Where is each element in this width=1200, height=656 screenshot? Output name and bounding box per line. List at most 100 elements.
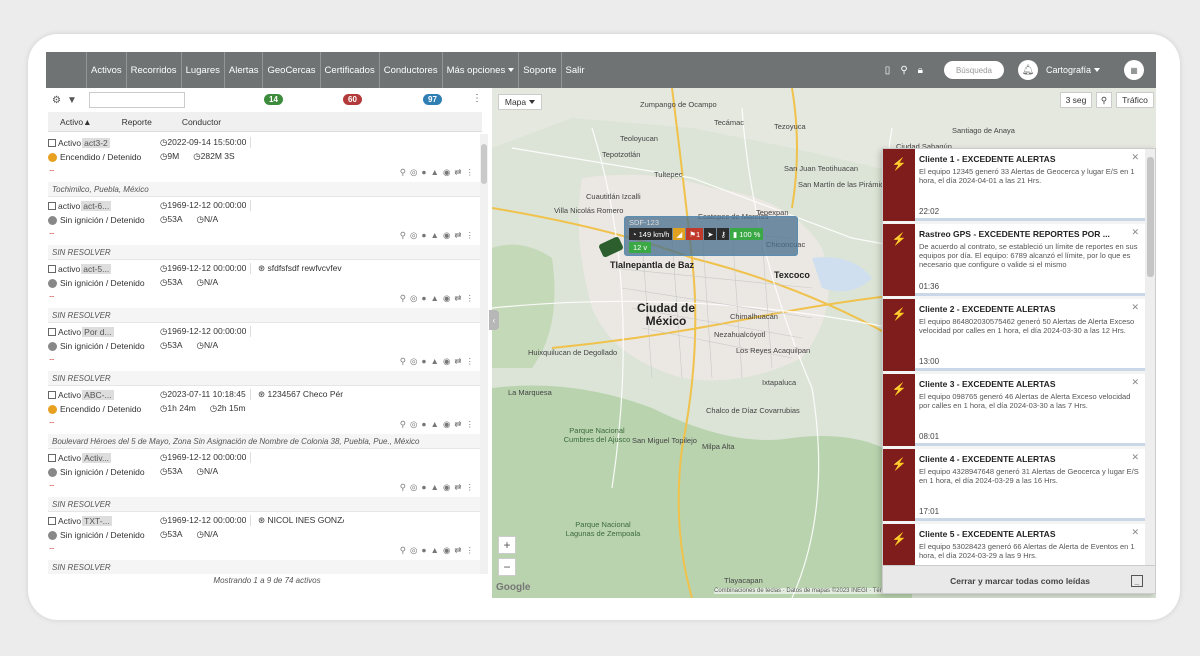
- nav-certificados[interactable]: Certificados: [319, 52, 379, 88]
- close-icon[interactable]: ✕: [1131, 227, 1139, 238]
- alerts-scrollbar-thumb[interactable]: [1147, 157, 1154, 277]
- location-pin-icon[interactable]: ⚲: [1096, 92, 1112, 108]
- nav-soporte[interactable]: Soporte: [518, 52, 560, 88]
- warning-icon[interactable]: ▲: [431, 419, 443, 429]
- nav-recorridos[interactable]: Recorridos: [125, 52, 181, 88]
- route-icon[interactable]: ⇄: [454, 419, 465, 429]
- list-scrollbar[interactable]: [480, 134, 488, 574]
- column-activo[interactable]: Activo▲: [60, 117, 92, 127]
- locate-icon[interactable]: ◎: [410, 167, 421, 177]
- close-icon[interactable]: ✕: [1131, 452, 1139, 463]
- eye-icon[interactable]: ◉: [443, 545, 454, 555]
- more-icon[interactable]: ⋮: [466, 167, 479, 177]
- alert-card[interactable]: ⚡ Cliente 5 - EXCEDENTE ALERTAS ✕ El equipo…: [883, 524, 1145, 565]
- pin-icon[interactable]: ⚲: [400, 482, 410, 492]
- locate-icon[interactable]: ◎: [410, 293, 421, 303]
- nav-conductores[interactable]: Conductores: [378, 52, 442, 88]
- warning-icon[interactable]: ▲: [431, 167, 443, 177]
- gear-icon[interactable]: ⚙: [52, 95, 61, 106]
- pin-icon[interactable]: ⚲: [400, 230, 410, 240]
- row-checkbox[interactable]: [48, 454, 56, 462]
- map-type-dropdown[interactable]: Mapa: [498, 94, 542, 110]
- asset-search-input[interactable]: [88, 92, 185, 108]
- table-row[interactable]: Activo act3-2 Encendido / Detenido ◷2022-09…: [48, 134, 480, 197]
- info-icon[interactable]: ●: [421, 419, 430, 429]
- eye-icon[interactable]: ◉: [443, 482, 454, 492]
- nav-salir[interactable]: Salir: [560, 52, 589, 88]
- pin-icon[interactable]: ⚲: [400, 356, 410, 366]
- row-checkbox[interactable]: [48, 328, 56, 336]
- close-icon[interactable]: ✕: [1131, 152, 1139, 163]
- table-row[interactable]: Activo Por d... Sin ignición / Detenido ◷19…: [48, 323, 480, 386]
- row-checkbox[interactable]: [48, 202, 56, 210]
- warning-icon[interactable]: ▲: [431, 545, 443, 555]
- info-icon[interactable]: ●: [421, 545, 430, 555]
- table-row[interactable]: activo act-6... Sin ignición / Detenido ◷19…: [48, 197, 480, 260]
- route-icon[interactable]: ⇄: [454, 482, 465, 492]
- nav-geocercas[interactable]: GeoCercas: [262, 52, 319, 88]
- vehicle-info-card[interactable]: SDF-123 ◔ 149 km/h ◢ ⚑1 ➤ ⚷ ▮ 100 % 12 v: [624, 216, 798, 256]
- mark-all-read-button[interactable]: Cerrar y marcar todas como leídas _: [883, 565, 1155, 593]
- info-icon[interactable]: ●: [421, 293, 430, 303]
- warning-icon[interactable]: ▲: [431, 356, 443, 366]
- table-row[interactable]: Activo Activ... Sin ignición / Detenido ◷19…: [48, 449, 480, 512]
- nav-lugares[interactable]: Lugares: [180, 52, 224, 88]
- route-icon[interactable]: ⇄: [454, 293, 465, 303]
- count-badge-red[interactable]: 60: [343, 94, 362, 105]
- column-conductor[interactable]: Conductor: [182, 117, 221, 127]
- mobile-icon[interactable]: ▯: [885, 65, 891, 76]
- nav-mas-opciones[interactable]: Más opciones: [441, 52, 519, 88]
- locate-icon[interactable]: ◎: [410, 482, 421, 492]
- pin-icon[interactable]: ⚲: [400, 167, 410, 177]
- info-icon[interactable]: ●: [421, 482, 430, 492]
- minimize-icon[interactable]: _: [1131, 575, 1143, 587]
- more-options-icon[interactable]: ⋮: [472, 93, 482, 104]
- locate-icon[interactable]: ◎: [410, 230, 421, 240]
- pin-icon[interactable]: ⚲: [400, 293, 410, 303]
- row-checkbox[interactable]: [48, 391, 56, 399]
- eye-icon[interactable]: ◉: [443, 167, 454, 177]
- more-icon[interactable]: ⋮: [466, 293, 479, 303]
- apps-grid-icon[interactable]: ▦: [1124, 60, 1144, 80]
- zoom-in-button[interactable]: +: [498, 536, 516, 554]
- alert-card[interactable]: ⚡ Cliente 2 - EXCEDENTE ALERTAS ✕ El equipo…: [883, 299, 1145, 371]
- list-scrollbar-thumb[interactable]: [481, 144, 487, 184]
- alert-card[interactable]: ⚡ Cliente 3 - EXCEDENTE ALERTAS ✕ El equipo…: [883, 374, 1145, 446]
- warning-icon[interactable]: ▲: [431, 230, 443, 240]
- alerts-scrollbar[interactable]: [1145, 149, 1155, 565]
- more-icon[interactable]: ⋮: [466, 545, 479, 555]
- row-checkbox[interactable]: [48, 139, 56, 147]
- eye-icon[interactable]: ◉: [443, 293, 454, 303]
- route-icon[interactable]: ⇄: [454, 545, 465, 555]
- pin-icon[interactable]: ⚲: [400, 419, 410, 429]
- collapse-panel-button[interactable]: ‹: [489, 310, 499, 330]
- route-icon[interactable]: ⇄: [454, 230, 465, 240]
- warning-icon[interactable]: ▲: [431, 482, 443, 492]
- table-row[interactable]: activo act-5... Sin ignición / Detenido ◷19…: [48, 260, 480, 323]
- bell-icon[interactable]: 🔔︎: [1017, 60, 1038, 80]
- pin-icon[interactable]: ⚲: [400, 545, 410, 555]
- traffic-button[interactable]: Tráfico: [1116, 92, 1154, 108]
- count-badge-green[interactable]: 14: [264, 94, 283, 105]
- route-icon[interactable]: ⇄: [454, 167, 465, 177]
- column-reporte[interactable]: Reporte: [122, 117, 152, 127]
- table-row[interactable]: Activo ABC-... Encendido / Detenido ◷2023-0…: [48, 386, 480, 449]
- eye-icon[interactable]: ◉: [443, 230, 454, 240]
- more-icon[interactable]: ⋮: [466, 482, 479, 492]
- locate-icon[interactable]: ◎: [410, 419, 421, 429]
- lock-icon[interactable]: 🔒︎: [918, 65, 923, 76]
- warning-icon[interactable]: ▲: [431, 293, 443, 303]
- eye-icon[interactable]: ◉: [443, 356, 454, 366]
- locate-icon[interactable]: ◎: [410, 356, 421, 366]
- search-input[interactable]: Búsqueda: [943, 61, 1004, 79]
- close-icon[interactable]: ✕: [1131, 377, 1139, 388]
- close-icon[interactable]: ✕: [1131, 527, 1139, 538]
- nav-activos[interactable]: Activos: [86, 52, 126, 88]
- route-icon[interactable]: ⇄: [454, 356, 465, 366]
- row-checkbox[interactable]: [48, 265, 56, 273]
- alert-card[interactable]: ⚡ Cliente 1 - EXCEDENTE ALERTAS ✕ El equipo…: [883, 149, 1145, 221]
- locate-icon[interactable]: ◎: [410, 545, 421, 555]
- alert-card[interactable]: ⚡ Rastreo GPS - EXCEDENTE REPORTES POR ..…: [883, 224, 1145, 296]
- table-row[interactable]: Activo TXT-... Sin ignición / Detenido ◷196…: [48, 512, 480, 574]
- nav-alertas[interactable]: Alertas: [223, 52, 263, 88]
